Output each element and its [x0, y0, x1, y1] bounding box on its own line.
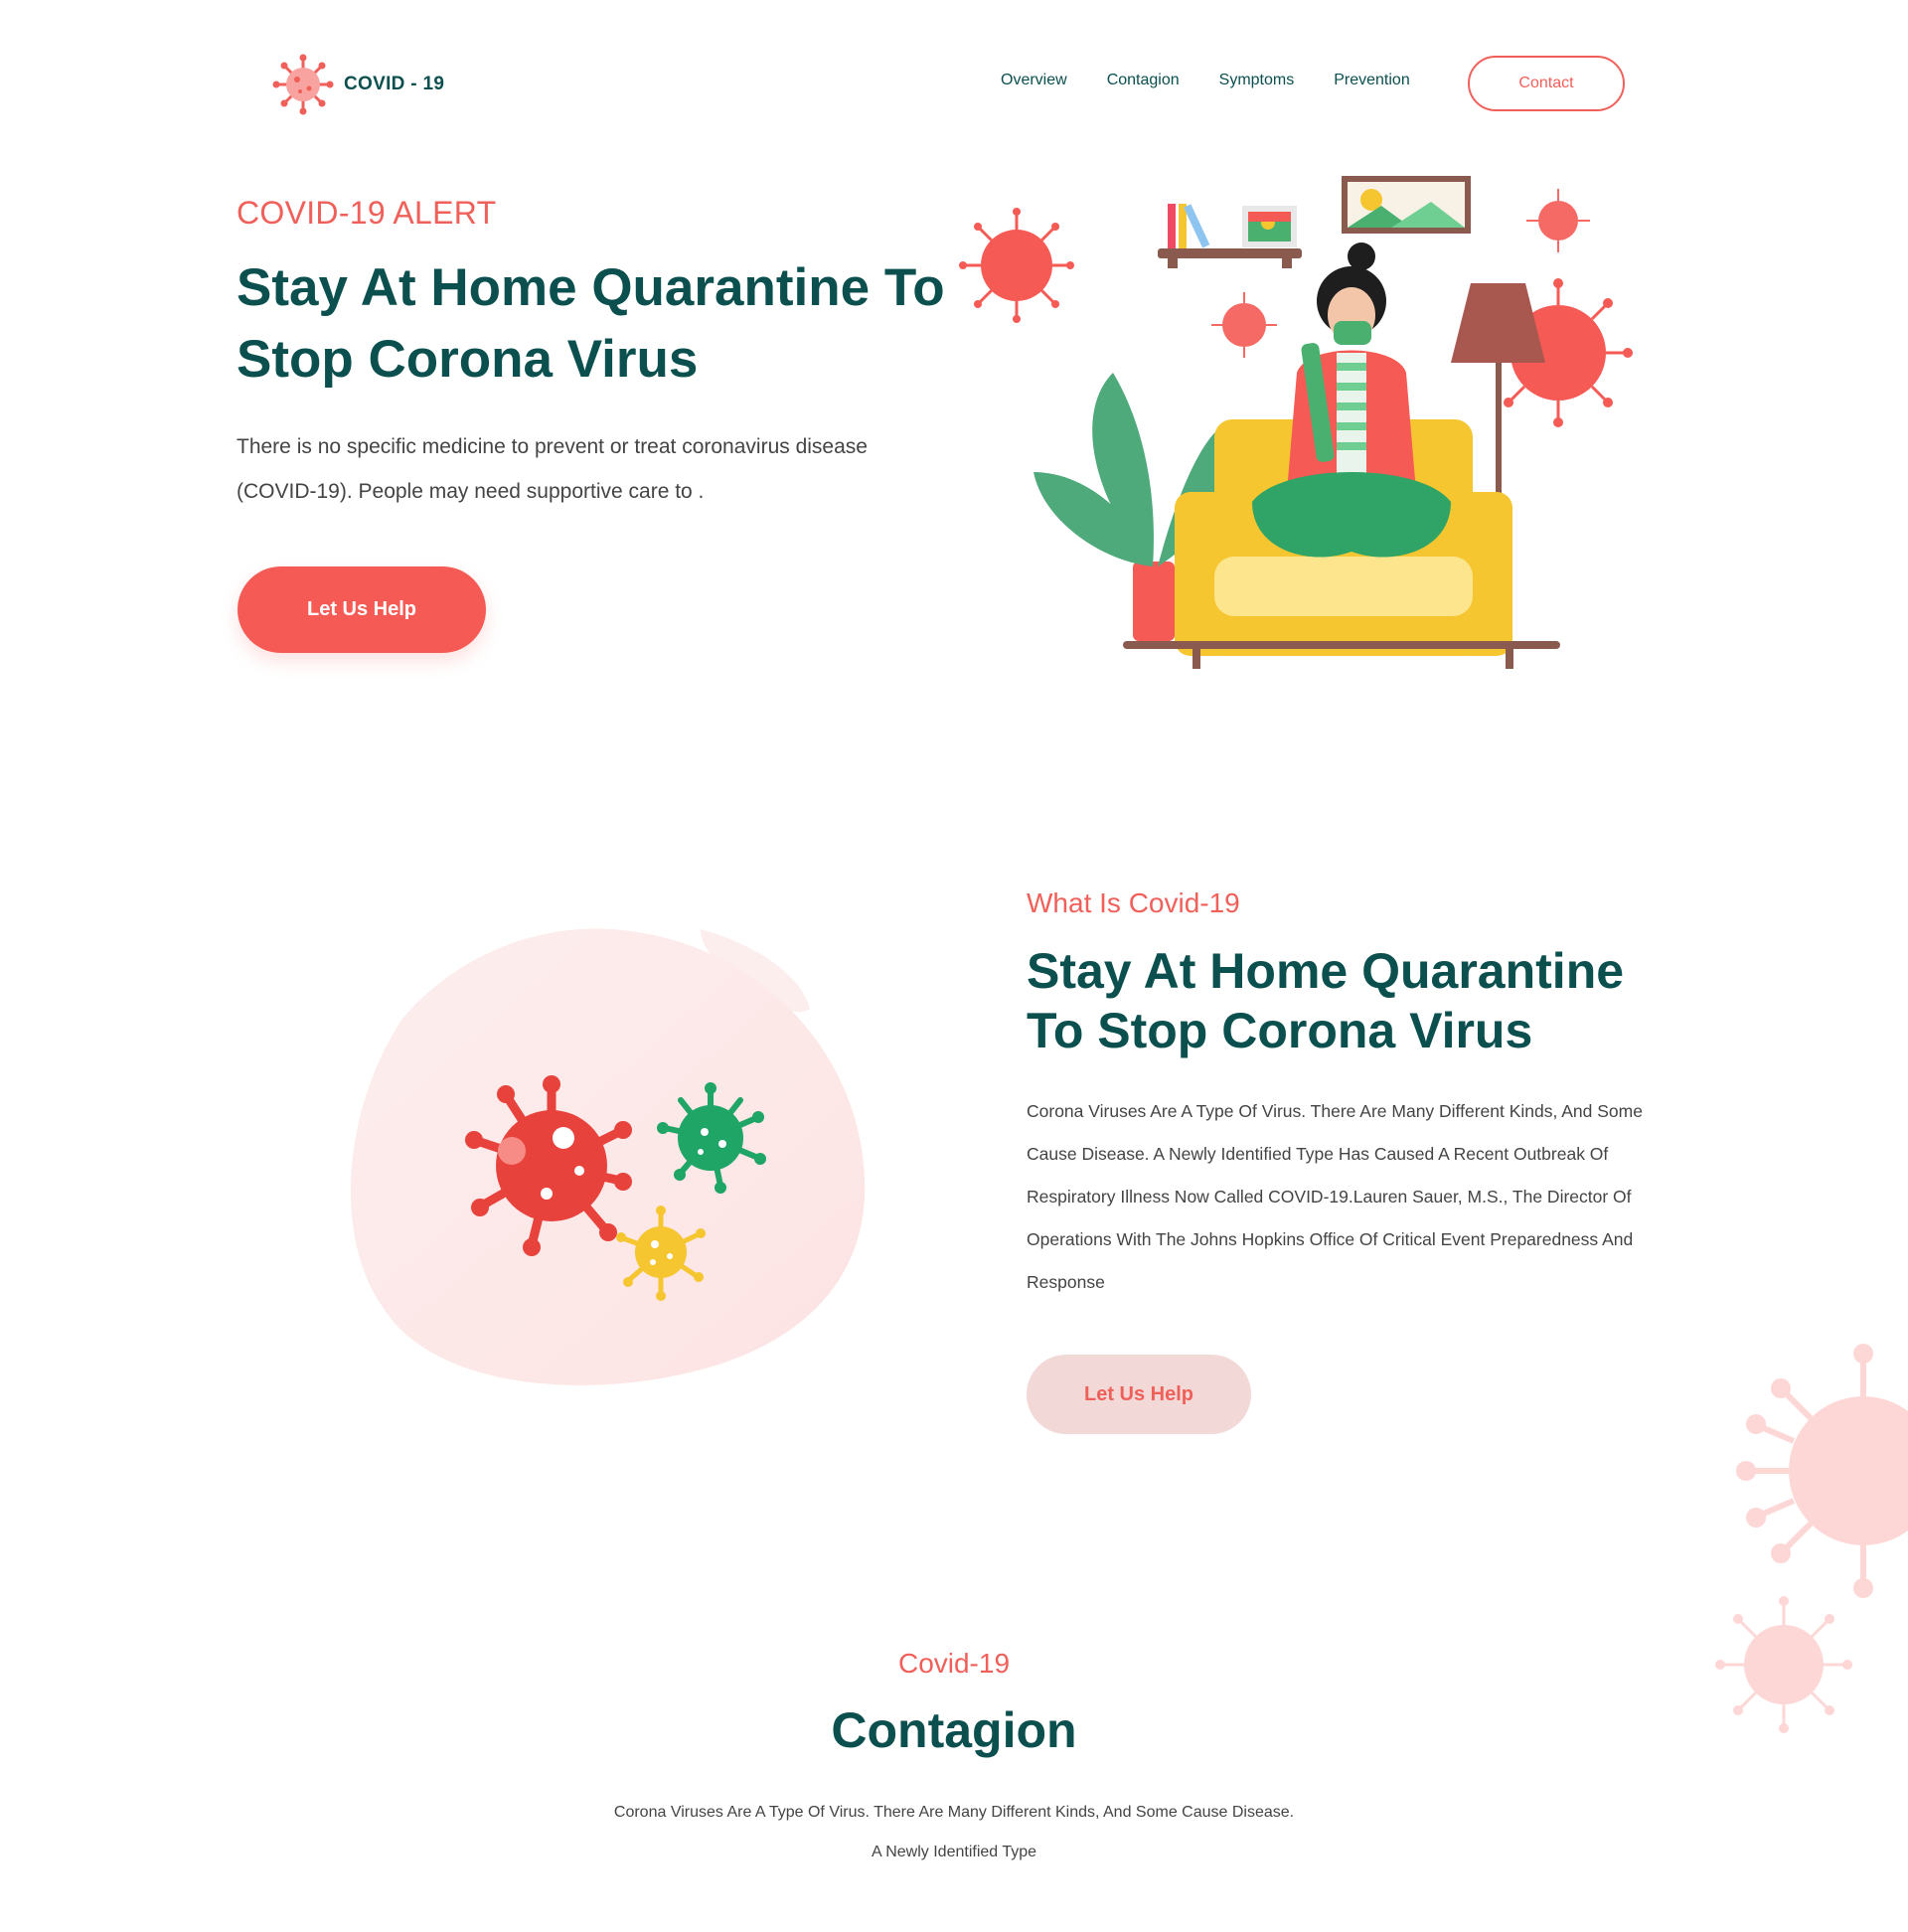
- virus-icon: [272, 54, 334, 115]
- about-eyebrow: What Is Covid-19: [1027, 887, 1240, 918]
- nav-prevention[interactable]: Prevention: [1334, 72, 1410, 89]
- about-title: Stay At Home Quarantine To Stop Corona V…: [1027, 943, 1625, 1058]
- hero-description: There is no specific medicine to prevent…: [237, 435, 868, 503]
- contact-button[interactable]: Contact: [1468, 56, 1625, 111]
- top-navbar: COVID - 19 Overview Contagion Symptoms P…: [0, 48, 1908, 119]
- hero-eyebrow: COVID-19 ALERT: [237, 195, 497, 231]
- woman-on-sofa-illustration: [959, 176, 1633, 669]
- contagion-description: Corona Viruses Are A Type Of Virus. Ther…: [556, 1793, 1352, 1872]
- hero-help-button[interactable]: Let Us Help: [238, 566, 486, 653]
- about-description: Corona Viruses Are A Type Of Virus. Ther…: [1027, 1101, 1643, 1292]
- main-menu: Overview Contagion Symptoms Prevention: [1001, 72, 1450, 89]
- contagion-title: Contagion: [831, 1702, 1077, 1758]
- hero-title: Stay At Home Quarantine To Stop Corona V…: [237, 258, 945, 389]
- decorative-virus-icon: [1715, 1344, 1908, 1733]
- contagion-text-line-1: Corona Viruses Are A Type Of Virus. Ther…: [613, 1804, 1295, 1821]
- logo[interactable]: COVID - 19: [270, 52, 444, 117]
- nav-symptoms[interactable]: Symptoms: [1219, 72, 1295, 89]
- contagion-eyebrow: Covid-19: [897, 1648, 1011, 1679]
- nav-contagion[interactable]: Contagion: [1107, 72, 1180, 89]
- logo-text: COVID - 19: [344, 74, 445, 94]
- nav-overview[interactable]: Overview: [1001, 72, 1067, 89]
- contagion-text-line-2: A Newly Identified Type: [871, 1844, 1037, 1860]
- about-help-button[interactable]: Let Us Help: [1027, 1355, 1251, 1434]
- virus-cluster-illustration: [350, 928, 866, 1385]
